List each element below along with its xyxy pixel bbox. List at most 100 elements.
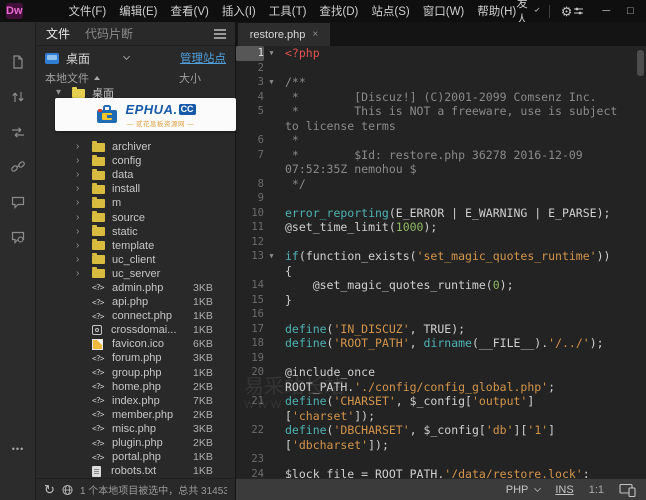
code-row[interactable]: ['charset']);: [236, 409, 646, 424]
expander-icon[interactable]: ›: [76, 255, 92, 265]
tree-item[interactable]: crossdomai...1KB: [36, 323, 235, 337]
expander-icon[interactable]: ›: [76, 142, 92, 152]
minimize-button[interactable]: ─: [602, 5, 610, 18]
code-row[interactable]: 8 */: [236, 177, 646, 192]
code-row[interactable]: 9: [236, 191, 646, 206]
code-row[interactable]: 12: [236, 235, 646, 250]
preferences-button[interactable]: ⚙: [561, 5, 584, 18]
tree-item[interactable]: <?>api.php1KB: [36, 295, 235, 309]
close-tab-icon[interactable]: ×: [312, 29, 318, 40]
expander-icon[interactable]: ›: [76, 156, 92, 166]
tree-item[interactable]: ›data: [36, 168, 235, 182]
link-checker-icon[interactable]: [10, 159, 26, 175]
code-row[interactable]: 07:52:35Z nemohou $: [236, 162, 646, 177]
expander-open-icon[interactable]: ▾: [56, 88, 72, 98]
code-row[interactable]: to license terms: [236, 119, 646, 134]
code-row[interactable]: 3▼/**: [236, 75, 646, 90]
tree-item[interactable]: ›source: [36, 210, 235, 224]
code-row[interactable]: ['dbcharset']);: [236, 438, 646, 453]
code-row[interactable]: 15}: [236, 293, 646, 308]
code-row[interactable]: 7 * $Id: restore.php 36278 2016-12-09: [236, 148, 646, 163]
expander-icon[interactable]: ›: [76, 241, 92, 251]
code-row[interactable]: 23: [236, 452, 646, 467]
document-tab-restore-php[interactable]: restore.php ×: [238, 23, 330, 46]
column-size[interactable]: 大小: [179, 70, 201, 86]
fold-arrow-icon[interactable]: ▼: [264, 249, 279, 264]
tree-item[interactable]: <?>forum.php3KB: [36, 351, 235, 365]
doc-type-selector[interactable]: PHP: [506, 484, 541, 496]
code-view[interactable]: 1▼<?php23▼/**4 * [Discuz!] (C)2001-2099 …: [236, 46, 646, 478]
menu-item[interactable]: 编辑(E): [119, 3, 157, 19]
sync-icon[interactable]: [10, 124, 26, 140]
comment-settings-icon[interactable]: [10, 229, 26, 245]
chevron-down-icon[interactable]: [123, 53, 130, 60]
code-row[interactable]: 14 @set_magic_quotes_runtime(0);: [236, 278, 646, 293]
more-options-icon[interactable]: •••: [0, 444, 36, 454]
tree-item[interactable]: ›uc_server: [36, 267, 235, 281]
tree-item[interactable]: favicon.ico6KB: [36, 337, 235, 351]
tree-item[interactable]: <?>misc.php3KB: [36, 422, 235, 436]
tree-item[interactable]: ›archiver: [36, 140, 235, 154]
menu-item[interactable]: 帮助(H): [477, 3, 516, 19]
code-row[interactable]: 5 * This is NOT a freeware, use is subje…: [236, 104, 646, 119]
expander-icon[interactable]: ›: [76, 170, 92, 180]
comments-icon[interactable]: [10, 194, 26, 210]
expander-icon[interactable]: ›: [76, 198, 92, 208]
code-row[interactable]: 11@set_time_limit(1000);: [236, 220, 646, 235]
menu-item[interactable]: 窗口(W): [423, 3, 465, 19]
code-row[interactable]: 4 * [Discuz!] (C)2001-2099 Comsenz Inc.: [236, 90, 646, 105]
menu-item[interactable]: 文件(F): [69, 3, 107, 19]
tree-item[interactable]: <?>group.php1KB: [36, 365, 235, 379]
tab-snippets[interactable]: 代码片断: [85, 25, 133, 42]
code-row[interactable]: 24$lock_file = ROOT_PATH.'/data/restore.…: [236, 467, 646, 479]
manage-sites-link[interactable]: 管理站点: [180, 50, 226, 66]
tree-item[interactable]: <?>plugin.php2KB: [36, 436, 235, 450]
code-row[interactable]: 13▼if(function_exists('set_magic_quotes_…: [236, 249, 646, 264]
menu-item[interactable]: 站点(S): [371, 3, 409, 19]
code-row[interactable]: 21define('CHARSET', $_config['output']: [236, 394, 646, 409]
tree-item[interactable]: ›static: [36, 225, 235, 239]
insert-mode-indicator[interactable]: INS: [555, 484, 573, 496]
code-row[interactable]: 17define('IN_DISCUZ', TRUE);: [236, 322, 646, 337]
code-row[interactable]: ROOT_PATH.'./config/config_global.php';: [236, 380, 646, 395]
tree-item[interactable]: ›m: [36, 196, 235, 210]
menu-item[interactable]: 查看(V): [171, 3, 209, 19]
refresh-icon[interactable]: ↻: [44, 483, 55, 496]
menu-item[interactable]: 查找(D): [319, 3, 358, 19]
maximize-button[interactable]: □: [627, 5, 634, 18]
tree-item[interactable]: ›install: [36, 182, 235, 196]
tree-item[interactable]: <?>connect.php1KB: [36, 309, 235, 323]
editor-scrollbar[interactable]: [637, 50, 644, 76]
expander-icon[interactable]: ›: [76, 213, 92, 223]
code-row[interactable]: 10error_reporting(E_ERROR | E_WARNING | …: [236, 206, 646, 221]
tree-item[interactable]: ›template: [36, 239, 235, 253]
tree-item[interactable]: robots.txt1KB: [36, 464, 235, 478]
code-row[interactable]: 19: [236, 351, 646, 366]
panel-menu-icon[interactable]: [214, 33, 226, 35]
tree-item[interactable]: ›config: [36, 154, 235, 168]
menu-item[interactable]: 插入(I): [222, 3, 256, 19]
code-row[interactable]: {: [236, 264, 646, 279]
tree-item[interactable]: ›uc_client: [36, 253, 235, 267]
live-preview-icon[interactable]: [619, 483, 636, 497]
code-row[interactable]: 2: [236, 61, 646, 76]
tab-files[interactable]: 文件: [46, 25, 70, 42]
fold-arrow-icon[interactable]: ▼: [264, 75, 279, 90]
expander-icon[interactable]: ›: [76, 269, 92, 279]
fold-arrow-icon[interactable]: ▼: [264, 46, 279, 61]
new-document-icon[interactable]: [10, 54, 26, 70]
menu-item[interactable]: 工具(T): [269, 3, 307, 19]
file-transfer-icon[interactable]: [10, 89, 26, 105]
code-row[interactable]: 20@include_once: [236, 365, 646, 380]
code-row[interactable]: 18define('ROOT_PATH', dirname(__FILE__).…: [236, 336, 646, 351]
expander-icon[interactable]: ›: [76, 184, 92, 194]
code-row[interactable]: 6 *: [236, 133, 646, 148]
code-row[interactable]: 1▼<?php: [236, 46, 646, 61]
tree-item[interactable]: <?>member.php2KB: [36, 408, 235, 422]
tree-item[interactable]: <?>portal.php1KB: [36, 450, 235, 464]
globe-icon[interactable]: [62, 484, 73, 496]
column-local-files[interactable]: 本地文件: [45, 70, 89, 86]
tree-item[interactable]: <?>admin.php3KB: [36, 281, 235, 295]
expander-icon[interactable]: ›: [76, 227, 92, 237]
code-row[interactable]: 22define('DBCHARSET', $_config['db']['1'…: [236, 423, 646, 438]
